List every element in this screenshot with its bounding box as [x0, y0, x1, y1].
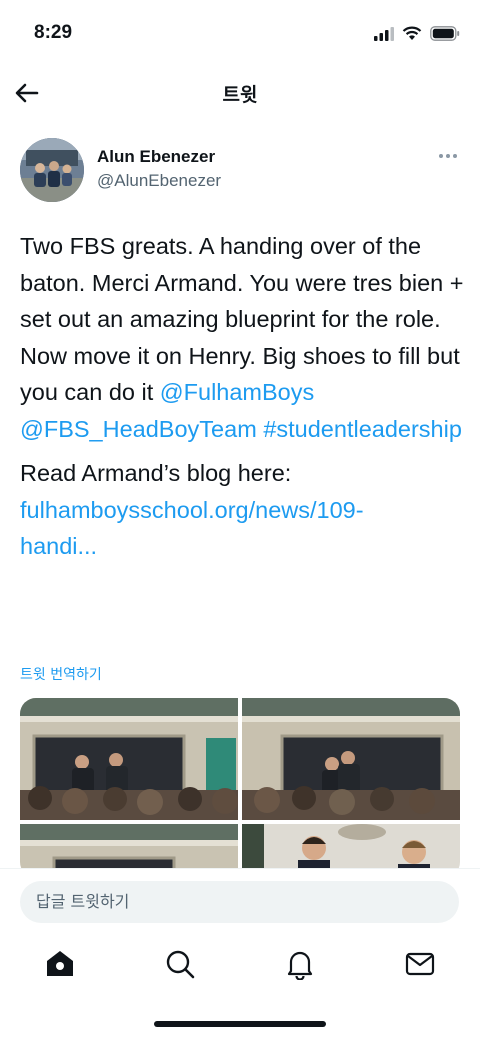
tweet-body: Two FBS greats. A handing over of the ba… — [20, 228, 465, 447]
search-icon[interactable] — [164, 948, 196, 980]
tweet-media-grid — [20, 698, 460, 878]
blog-prefix: Read Armand’s blog here: — [20, 460, 292, 486]
tweet-author: Alun Ebenezer @AlunEbenezer — [20, 138, 460, 206]
more-options-icon[interactable] — [438, 152, 458, 160]
messages-icon[interactable] — [404, 948, 436, 980]
notifications-icon[interactable] — [284, 948, 316, 980]
battery-icon — [430, 26, 460, 41]
tweet-blog-paragraph: Read Armand’s blog here: fulhamboysschoo… — [20, 455, 465, 565]
signal-icon — [374, 26, 394, 41]
translate-tweet-link[interactable]: 트윗 번역하기 — [20, 664, 102, 684]
status-time: 8:29 — [34, 22, 73, 43]
mention-link[interactable]: @FulhamBoys — [160, 379, 314, 405]
media-photo-2[interactable] — [242, 698, 460, 820]
author-name[interactable]: Alun Ebenezer — [97, 147, 215, 167]
author-handle[interactable]: @AlunEbenezer — [97, 171, 221, 191]
reply-bar: 답글 트윗하기 — [0, 868, 480, 939]
url-link[interactable]: fulhamboysschool.org/news/109- handi... — [20, 492, 465, 565]
home-icon[interactable] — [44, 948, 76, 980]
mention-link[interactable]: @FBS_HeadBoyTeam — [20, 416, 257, 442]
page-title: 트윗 — [222, 84, 258, 106]
nav-bar: 트윗 — [0, 66, 480, 118]
url-link-line-2[interactable]: handi... — [20, 533, 97, 559]
home-indicator — [154, 1021, 326, 1027]
hashtag-link[interactable]: #studentleadership — [263, 416, 462, 442]
reply-input[interactable]: 답글 트윗하기 — [20, 881, 459, 923]
media-photo-1[interactable] — [20, 698, 238, 820]
tab-bar — [0, 938, 480, 998]
status-icons — [374, 26, 460, 41]
avatar[interactable] — [20, 138, 84, 202]
status-bar: 8:29 — [0, 0, 480, 60]
tweet-text: Two FBS greats. A handing over of the ba… — [20, 228, 465, 565]
wifi-icon — [402, 26, 422, 40]
url-link-line-1[interactable]: fulhamboysschool.org/news/109- — [20, 497, 364, 523]
